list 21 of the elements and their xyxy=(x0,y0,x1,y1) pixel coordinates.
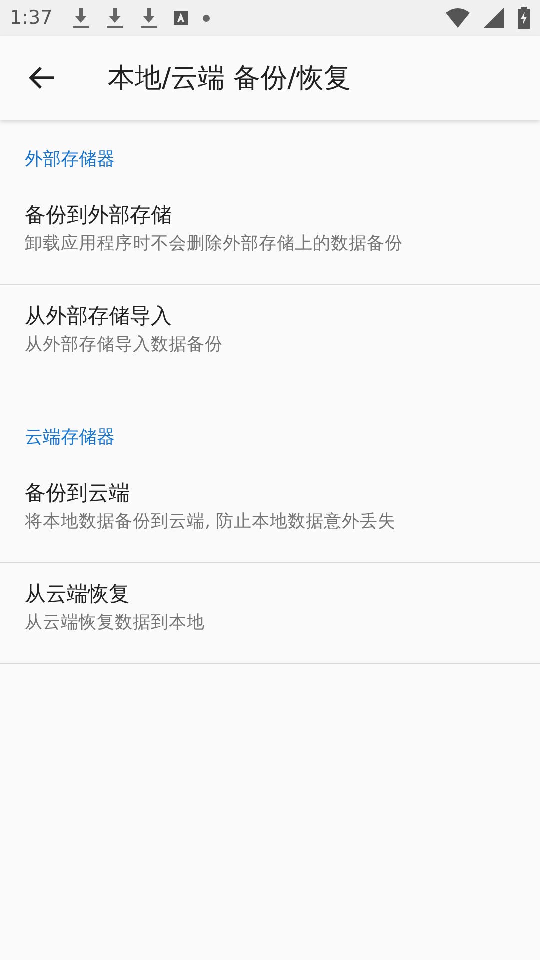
setting-title[interactable]: 备份到外部存储 xyxy=(25,200,515,230)
wifi-icon xyxy=(446,8,470,28)
dot-icon xyxy=(202,14,210,22)
keyboard-icon xyxy=(172,10,189,26)
download-icon xyxy=(104,7,125,29)
section-header: 外部存储器 xyxy=(24,148,116,172)
screen-title: 本地/云端 备份/恢复 xyxy=(108,62,351,96)
download-icon xyxy=(70,7,91,29)
battery-icon xyxy=(518,7,530,29)
section-header: 云端存储器 xyxy=(24,426,116,450)
setting-summary: 从外部存储导入数据备份 xyxy=(25,334,224,357)
download-icon xyxy=(138,7,159,29)
setting-summary: 将本地数据备份到云端, 防止本地数据意外丢失 xyxy=(25,511,398,534)
back-arrow-icon xyxy=(29,66,55,90)
signal-icon xyxy=(484,8,504,28)
setting-title[interactable]: 从外部存储导入 xyxy=(25,301,515,331)
setting-title[interactable]: 备份到云端 xyxy=(25,478,515,508)
setting-title[interactable]: 从云端恢复 xyxy=(25,579,515,609)
status-time: 1:37 xyxy=(10,7,53,29)
setting-summary: 从云端恢复数据到本地 xyxy=(25,612,206,635)
setting-summary: 卸载应用程序时不会删除外部存储上的数据备份 xyxy=(25,233,404,256)
